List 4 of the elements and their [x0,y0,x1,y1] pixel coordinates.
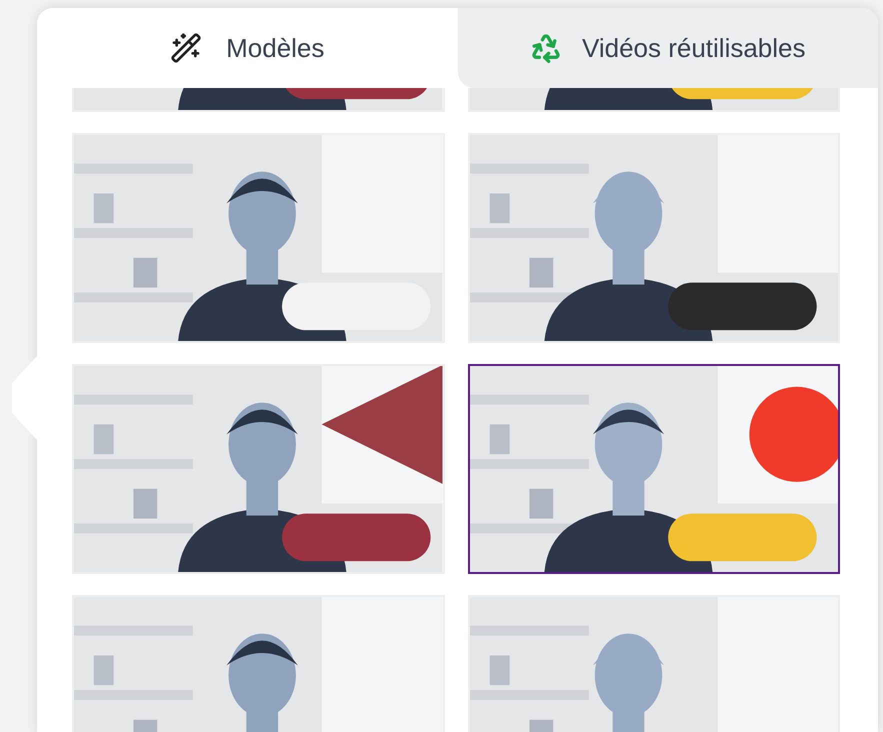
tab[interactable]: Vidéos réutilisables [458,8,878,88]
magic-wand-icon [170,32,202,64]
recycle-icon [530,32,562,64]
tab[interactable]: Modèles [37,8,458,88]
